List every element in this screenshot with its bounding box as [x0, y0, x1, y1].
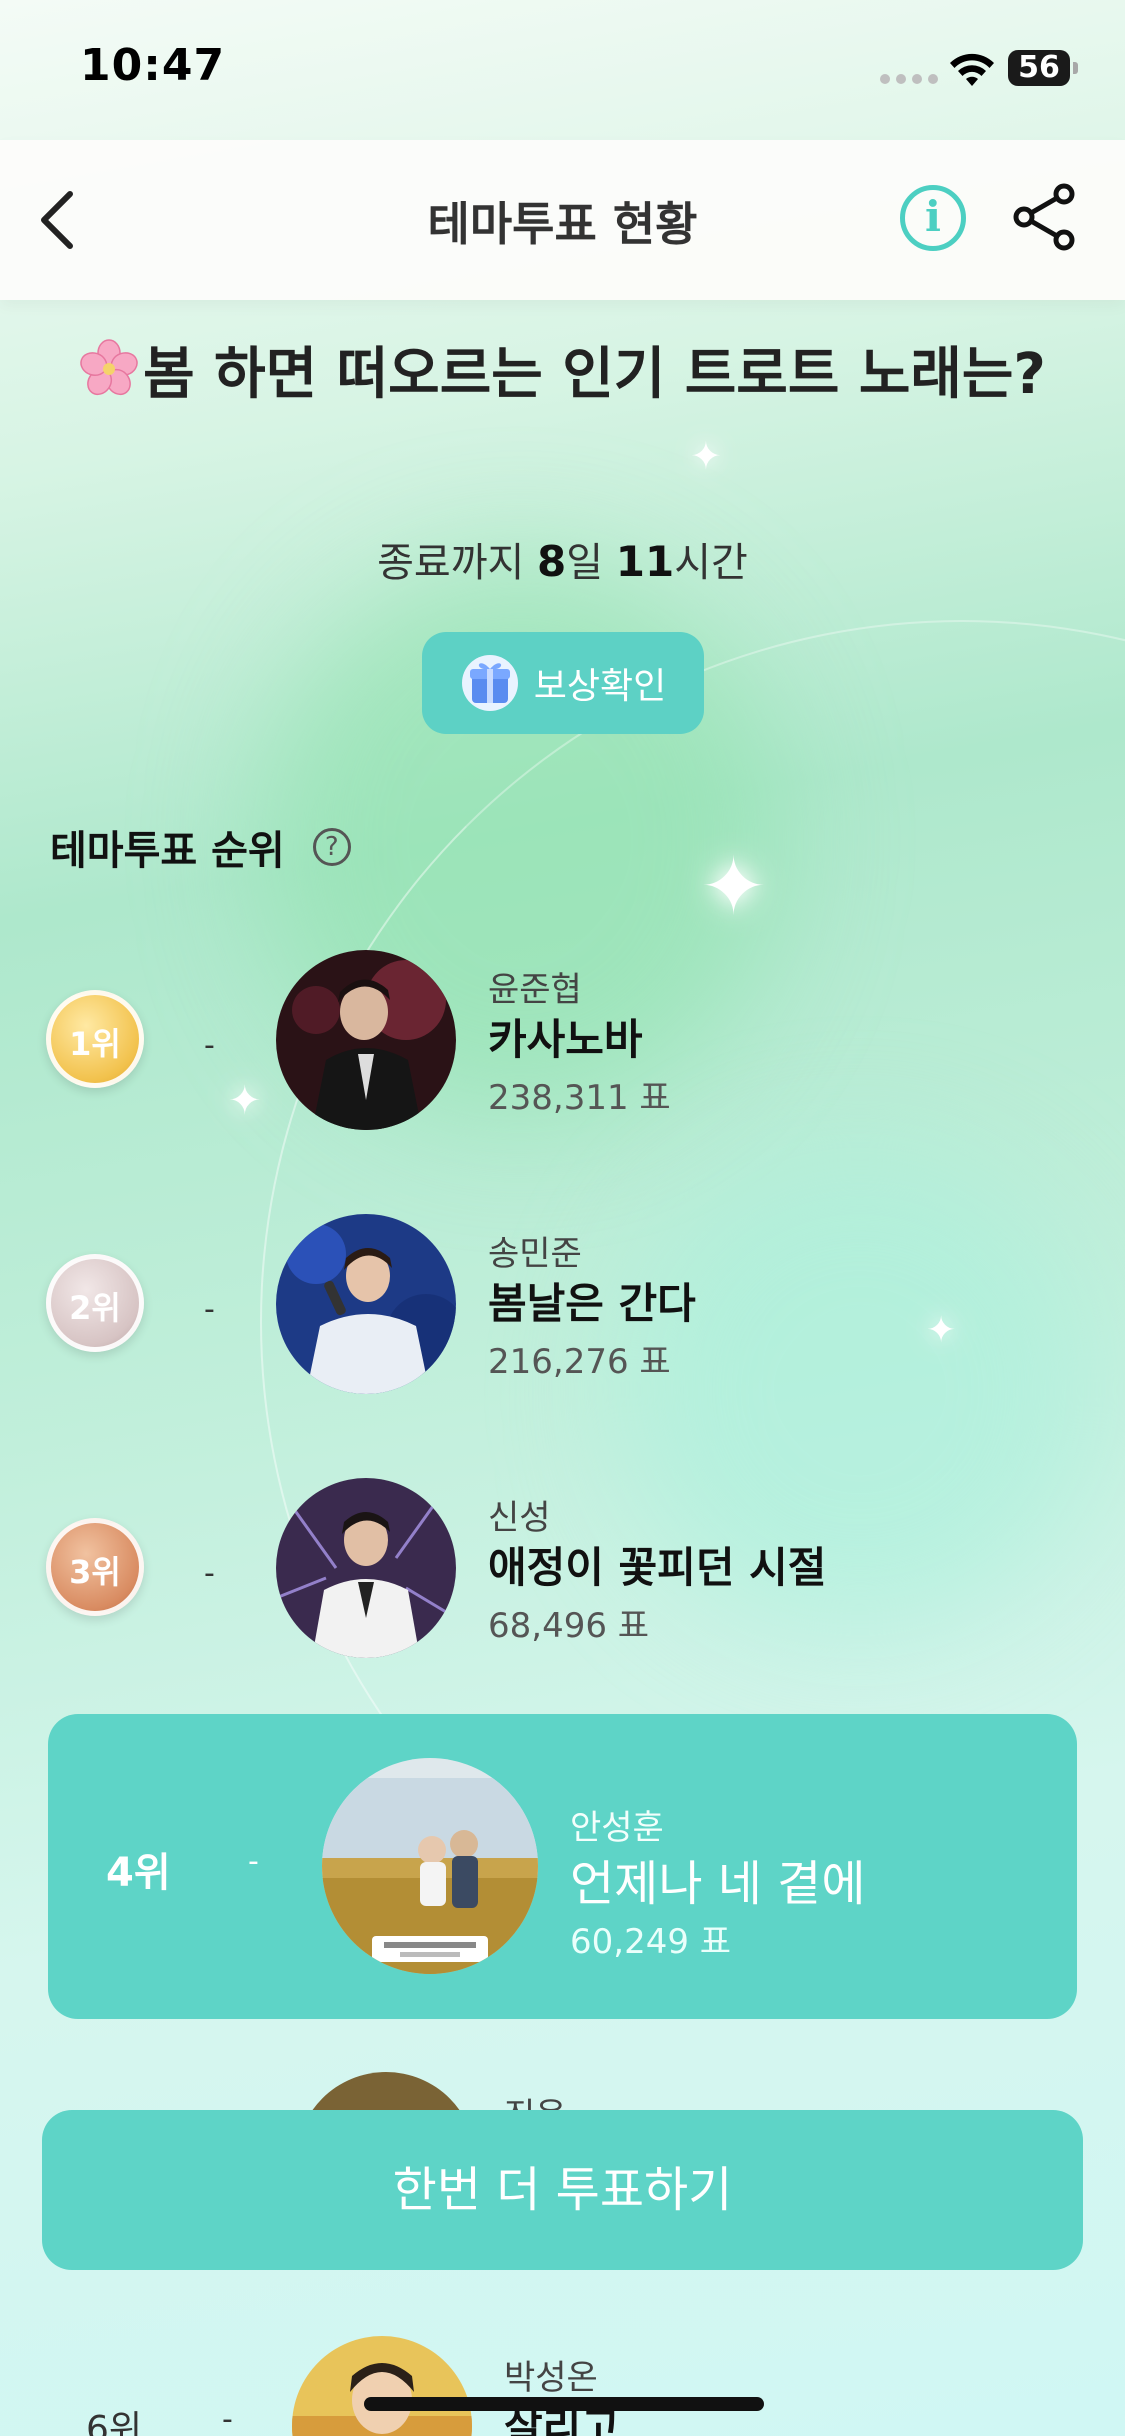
vote-count: 216,276 표: [488, 1342, 671, 1382]
ranking-section-header: 테마투표 순위 ?: [50, 818, 351, 876]
song-title: 애정이 꽃피던 시절: [488, 1543, 827, 1592]
rank-change: -: [204, 1556, 215, 1591]
artist-name: 안성훈: [570, 1808, 664, 1848]
rank-list-item[interactable]: 2위 - 송민준 봄날은 간다 216,276 표: [0, 1204, 1125, 1404]
countdown-day-unit: 일: [566, 540, 616, 586]
artist-avatar: [322, 1758, 538, 1974]
rank-change: -: [248, 1844, 259, 1879]
artist-avatar: [276, 1478, 456, 1658]
countdown-hours: 11: [615, 537, 675, 586]
vote-count: 238,311 표: [488, 1078, 671, 1118]
cellular-signal-icon: [880, 74, 938, 84]
artist-avatar: [276, 1214, 456, 1394]
countdown-prefix: 종료까지: [377, 540, 538, 586]
rank-medal-silver: 2위: [46, 1254, 144, 1352]
reward-check-label: 보상확인: [533, 666, 667, 707]
info-icon[interactable]: i: [900, 185, 966, 251]
gift-box-icon: [461, 655, 518, 711]
share-icon[interactable]: [1010, 182, 1080, 252]
battery-cap: [1073, 62, 1078, 74]
wifi-icon: [950, 53, 994, 86]
rank-change: -: [204, 1292, 215, 1327]
rank-change: -: [222, 2402, 233, 2436]
cherry-blossom-icon: [80, 339, 138, 396]
theme-title: 봄 하면 떠오르는 인기 트로트 노래는?: [70, 335, 1055, 415]
battery-icon: 56: [1008, 50, 1070, 86]
artist-avatar: [276, 950, 456, 1130]
countdown: 종료까지 8일 11시간: [0, 530, 1125, 588]
artist-name: 진욱: [504, 2088, 567, 2110]
vote-again-button[interactable]: 한번 더 투표하기: [42, 2110, 1083, 2270]
theme-title-text: 봄 하면 떠오르는 인기 트로트 노래는?: [143, 342, 1046, 407]
rank-number: 4위: [106, 1850, 171, 1896]
vote-count: 68,496 표: [488, 1606, 650, 1646]
rank-change: -: [204, 1028, 215, 1063]
song-title: 봄날은 간다: [488, 1279, 696, 1328]
song-title: 언제나 네 곁에: [570, 1856, 866, 1912]
my-vote-rank-card[interactable]: 4위 - 안성훈 언제나 네 곁에 60,249 표: [48, 1714, 1077, 2019]
top-navigation-bar: 테마투표 현황 i: [0, 140, 1125, 300]
sparkle-icon: ✦: [700, 840, 768, 933]
vote-count: 60,249 표: [570, 1922, 732, 1962]
help-icon[interactable]: ?: [312, 828, 351, 866]
rank-medal-gold: 1위: [46, 990, 144, 1088]
rank-number: 6위: [86, 2409, 143, 2436]
artist-avatar: [296, 2072, 476, 2110]
status-time: 10:47: [80, 40, 226, 91]
song-title: 카사노바: [488, 1015, 643, 1064]
theme-vote-status-screen: ✦ ✦ ✦ ✦ 10:47 56 테마투표 현황 i 봄 하면 떠오르는 인기 …: [0, 0, 1125, 2436]
artist-name: 신성: [488, 1498, 551, 1538]
artist-name: 윤준협: [488, 970, 582, 1010]
home-indicator[interactable]: [364, 2397, 764, 2411]
artist-name: 박성온: [504, 2358, 598, 2398]
artist-avatar: [292, 2336, 472, 2436]
rank-list-item[interactable]: 3위 - 신성 애정이 꽃피던 시절 68,496 표: [0, 1468, 1125, 1668]
rank-list-item[interactable]: 진욱: [0, 2070, 1125, 2110]
countdown-days: 8: [537, 537, 567, 586]
sparkle-icon: ✦: [690, 434, 722, 478]
rank-list-item[interactable]: 1위 - 윤준협 카사노바 238,311 표: [0, 940, 1125, 1140]
artist-name: 송민준: [488, 1234, 582, 1274]
countdown-hour-unit: 시간: [674, 540, 748, 586]
ranking-title: 테마투표 순위: [50, 828, 285, 874]
status-bar: 10:47 56: [0, 0, 1125, 140]
reward-check-button[interactable]: 보상확인: [422, 632, 704, 734]
rank-medal-bronze: 3위: [46, 1518, 144, 1616]
